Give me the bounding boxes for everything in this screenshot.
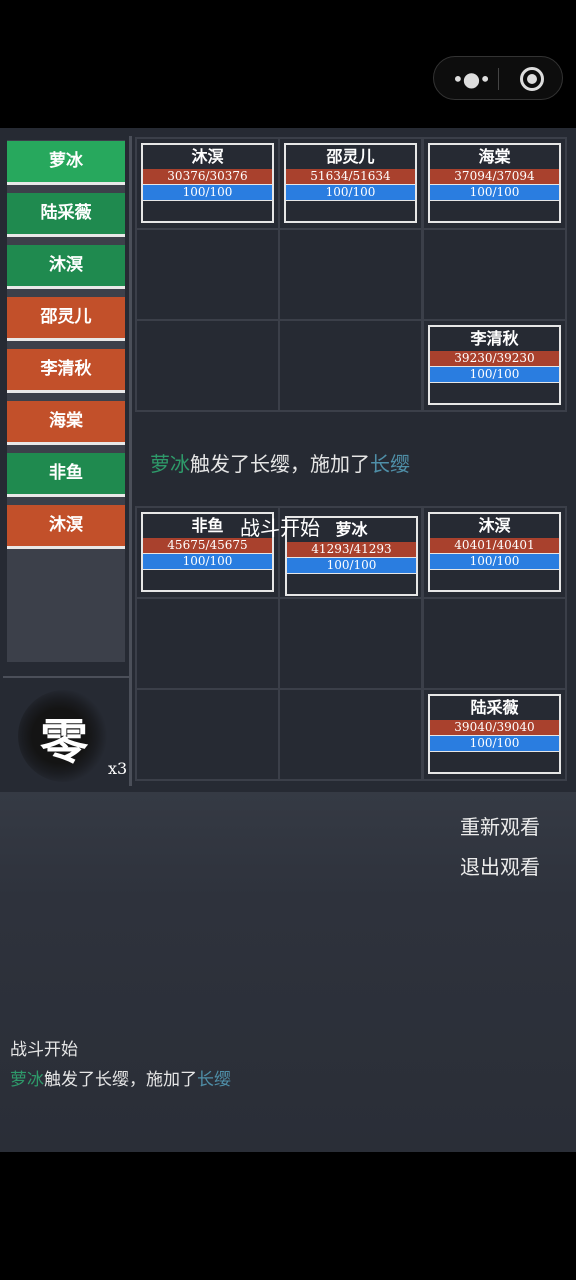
grid-cell — [280, 230, 421, 319]
enemy-card[interactable]: 海棠 37094/37094 100/100 — [428, 143, 561, 223]
mini-program-capsule: •●• — [433, 56, 563, 100]
mp-bar: 100/100 — [430, 735, 559, 752]
log-text: 触发了长缨，施加了 — [44, 1070, 197, 1090]
mp-bar: 100/100 — [430, 366, 559, 383]
battle-start-overlay: 战斗开始 — [240, 516, 320, 540]
message-actor: 萝冰 — [150, 452, 190, 476]
roster-item[interactable]: 沐溟 — [7, 505, 125, 549]
mp-bar: 100/100 — [286, 184, 415, 201]
grid-cell — [424, 230, 565, 319]
roster-item[interactable]: 李清秋 — [7, 349, 125, 393]
mp-bar: 100/100 — [430, 184, 559, 201]
grid-cell — [137, 230, 278, 319]
unit-name: 海棠 — [478, 147, 511, 166]
capsule-divider — [498, 68, 499, 90]
roster-divider — [3, 676, 130, 678]
grid-cell — [280, 321, 421, 410]
exit-button[interactable]: 退出观看 — [460, 851, 540, 880]
unit-name: 李清秋 — [470, 329, 519, 348]
mp-bar: 100/100 — [287, 557, 416, 574]
unit-name: 沐溟 — [478, 516, 511, 535]
grid-cell — [280, 690, 421, 779]
unit-name: 陆采薇 — [470, 698, 519, 717]
unit-name: 邵灵儿 — [326, 147, 375, 166]
enemy-card[interactable]: 邵灵儿 51634/51634 100/100 — [284, 143, 417, 223]
ally-grid: 非鱼 45675/45675 100/100 萝冰 41293/41293 10… — [135, 506, 567, 781]
mp-bar: 100/100 — [430, 553, 559, 570]
hp-bar: 41293/41293 — [287, 542, 416, 557]
roster-item[interactable]: 沐溟 — [7, 245, 125, 289]
ally-card[interactable]: 沐溟 40401/40401 100/100 — [428, 512, 561, 592]
unit-name: 沐溟 — [191, 147, 224, 166]
hp-bar: 39040/39040 — [430, 720, 559, 735]
enemy-card[interactable]: 李清秋 39230/39230 100/100 — [428, 325, 561, 405]
log-line: 战斗开始 — [10, 1040, 78, 1060]
roster-item[interactable]: 陆采薇 — [7, 193, 125, 237]
hp-bar: 40401/40401 — [430, 538, 559, 553]
battle-message: 萝冰触发了长缨，施加了长缨 — [150, 448, 410, 477]
speed-multiplier[interactable]: x3 — [108, 759, 127, 778]
enemy-card[interactable]: 沐溟 30376/30376 100/100 — [141, 143, 274, 223]
message-effect: 长缨 — [370, 452, 410, 476]
grid-cell — [137, 599, 278, 688]
roster-item[interactable]: 邵灵儿 — [7, 297, 125, 341]
hp-bar: 51634/51634 — [286, 169, 415, 184]
mp-bar: 100/100 — [143, 184, 272, 201]
more-dots-icon[interactable]: •●• — [452, 69, 491, 89]
grid-cell — [137, 321, 278, 410]
log-effect: 长缨 — [197, 1070, 231, 1090]
roster-item[interactable]: 萝冰 — [7, 141, 125, 185]
record-icon[interactable] — [520, 67, 544, 91]
grid-cell — [424, 599, 565, 688]
grid-cell — [137, 690, 278, 779]
hp-bar: 39230/39230 — [430, 351, 559, 366]
panel-divider — [129, 136, 132, 786]
mp-bar: 100/100 — [143, 553, 272, 570]
enemy-grid: 沐溟 30376/30376 100/100 邵灵儿 51634/51634 1… — [135, 137, 567, 412]
emblem-character: 零 — [40, 714, 89, 770]
grid-cell — [280, 599, 421, 688]
hp-bar: 30376/30376 — [143, 169, 272, 184]
hp-bar: 37094/37094 — [430, 169, 559, 184]
replay-button[interactable]: 重新观看 — [460, 811, 540, 840]
log-line: 萝冰触发了长缨，施加了长缨 — [10, 1065, 231, 1090]
log-actor: 萝冰 — [10, 1070, 44, 1090]
ally-card[interactable]: 陆采薇 39040/39040 100/100 — [428, 694, 561, 774]
message-text: 触发了长缨，施加了 — [190, 452, 370, 476]
roster-item[interactable]: 海棠 — [7, 401, 125, 445]
log-area — [0, 792, 576, 1152]
roster-item[interactable]: 非鱼 — [7, 453, 125, 497]
